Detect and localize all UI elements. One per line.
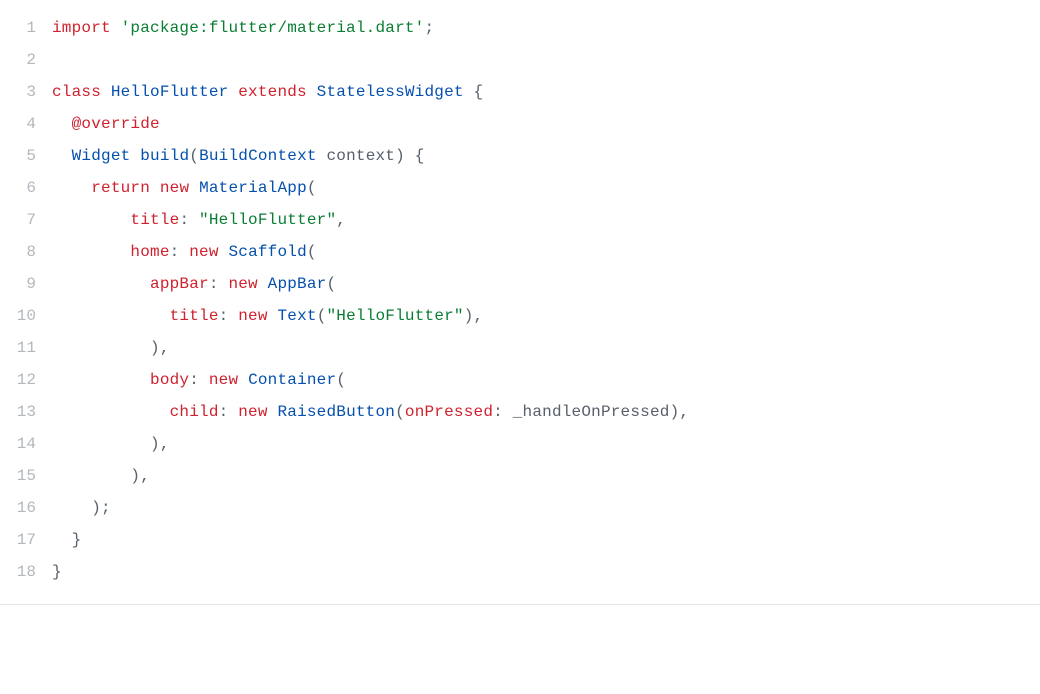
line-number: 6 (0, 172, 52, 204)
code-line: 8 home: new Scaffold( (0, 236, 1040, 268)
code-line: 15 ), (0, 460, 1040, 492)
code-line: 2 (0, 44, 1040, 76)
code-content: ), (52, 428, 170, 460)
code-content: class HelloFlutter extends StatelessWidg… (52, 76, 483, 108)
code-content: title: new Text("HelloFlutter"), (52, 300, 483, 332)
line-number: 3 (0, 76, 52, 108)
code-content: appBar: new AppBar( (52, 268, 336, 300)
code-line: 18 } (0, 556, 1040, 588)
code-line: 3 class HelloFlutter extends StatelessWi… (0, 76, 1040, 108)
code-content: title: "HelloFlutter", (52, 204, 346, 236)
line-number: 2 (0, 44, 52, 76)
code-line: 13 child: new RaisedButton(onPressed: _h… (0, 396, 1040, 428)
line-number: 15 (0, 460, 52, 492)
line-number: 5 (0, 140, 52, 172)
code-line: 9 appBar: new AppBar( (0, 268, 1040, 300)
code-line: 16 ); (0, 492, 1040, 524)
code-line: 11 ), (0, 332, 1040, 364)
code-line: 12 body: new Container( (0, 364, 1040, 396)
code-content: ), (52, 332, 170, 364)
line-number: 9 (0, 268, 52, 300)
code-content: child: new RaisedButton(onPressed: _hand… (52, 396, 689, 428)
code-content: return new MaterialApp( (52, 172, 317, 204)
line-number: 18 (0, 556, 52, 588)
line-number: 8 (0, 236, 52, 268)
line-number: 14 (0, 428, 52, 460)
line-number: 7 (0, 204, 52, 236)
code-line: 1 import 'package:flutter/material.dart'… (0, 12, 1040, 44)
code-content: @override (52, 108, 160, 140)
code-content: body: new Container( (52, 364, 346, 396)
line-number: 4 (0, 108, 52, 140)
line-number: 1 (0, 12, 52, 44)
code-content: } (52, 524, 81, 556)
code-block: 1 import 'package:flutter/material.dart'… (0, 0, 1040, 605)
code-line: 7 title: "HelloFlutter", (0, 204, 1040, 236)
code-line: 6 return new MaterialApp( (0, 172, 1040, 204)
code-content: import 'package:flutter/material.dart'; (52, 12, 434, 44)
code-line: 10 title: new Text("HelloFlutter"), (0, 300, 1040, 332)
code-line: 17 } (0, 524, 1040, 556)
code-content: ), (52, 460, 150, 492)
code-line: 4 @override (0, 108, 1040, 140)
line-number: 17 (0, 524, 52, 556)
code-content: } (52, 556, 62, 588)
line-number: 12 (0, 364, 52, 396)
line-number: 11 (0, 332, 52, 364)
code-line: 14 ), (0, 428, 1040, 460)
code-line: 5 Widget build(BuildContext context) { (0, 140, 1040, 172)
line-number: 10 (0, 300, 52, 332)
code-content: home: new Scaffold( (52, 236, 317, 268)
code-content: Widget build(BuildContext context) { (52, 140, 425, 172)
line-number: 13 (0, 396, 52, 428)
code-content: ); (52, 492, 111, 524)
line-number: 16 (0, 492, 52, 524)
